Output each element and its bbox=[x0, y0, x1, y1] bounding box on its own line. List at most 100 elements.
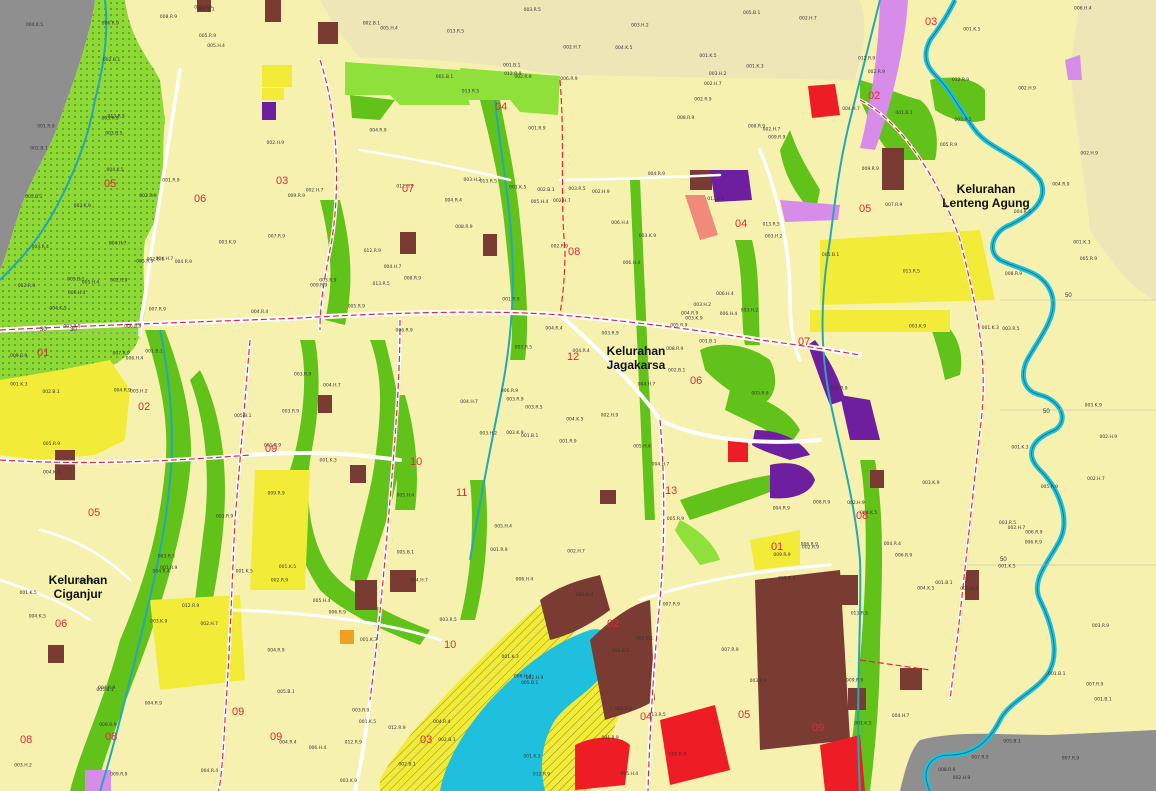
rw-label: 04 bbox=[495, 101, 507, 113]
block-code: 005.R.9 bbox=[1080, 256, 1097, 262]
block-code: 003.R.5 bbox=[954, 117, 971, 123]
block-code: 002.R.9 bbox=[868, 69, 885, 75]
rw-label: 02 bbox=[607, 618, 619, 630]
rw-label: 06 bbox=[690, 375, 702, 387]
block-code: 006.R.9 bbox=[1025, 529, 1042, 535]
block-code: 005.R.9 bbox=[348, 303, 365, 309]
block-code: 001.B.1 bbox=[1094, 696, 1112, 702]
grid-number: 50 bbox=[1065, 293, 1072, 299]
grid-number: 50 bbox=[1000, 557, 1007, 563]
block-code: 002.H.9 bbox=[601, 413, 619, 419]
block-code: 004.K.5 bbox=[615, 45, 632, 51]
block-code: 012.R.9 bbox=[858, 56, 875, 62]
block-code: 005.R.9 bbox=[670, 322, 687, 328]
block-code: 006.H.4 bbox=[611, 220, 629, 226]
block-code: 012.R.9 bbox=[504, 71, 521, 77]
public-6 bbox=[262, 102, 276, 120]
rw-label: 05 bbox=[88, 507, 100, 519]
rw-label: 09 bbox=[812, 722, 824, 734]
block-code: 003.K.9 bbox=[1085, 403, 1102, 409]
block-code: 003.H.2 bbox=[14, 762, 32, 768]
block-code: 012.R.9 bbox=[364, 248, 381, 254]
block-code: 001.K.5 bbox=[20, 590, 37, 596]
block-code: 004.H.7 bbox=[156, 256, 174, 262]
block-code: 005.B.1 bbox=[234, 413, 252, 419]
block-code: 004.R.4 bbox=[884, 541, 901, 547]
block-code: 004.R.9 bbox=[114, 387, 131, 393]
commercial-6 bbox=[882, 148, 904, 190]
block-code: 004.R.9 bbox=[175, 259, 192, 265]
rw-label: 07 bbox=[402, 183, 414, 195]
block-code: 013.R.5 bbox=[480, 178, 497, 184]
block-code: 008.R.9 bbox=[160, 14, 177, 20]
block-code: 005.B.1 bbox=[743, 10, 761, 16]
commercial-7 bbox=[690, 170, 712, 190]
commercial-15 bbox=[848, 688, 866, 710]
block-code: 003.H.2 bbox=[480, 431, 498, 437]
block-code: 005.H.4 bbox=[380, 25, 398, 31]
block-code: 004.H.7 bbox=[638, 382, 656, 388]
block-code: 004.K.5 bbox=[29, 613, 46, 619]
land-use-map[interactable]: 001.R.9 002.R.9 003.R.9 004.R.9 005.R.9 006.R… bbox=[0, 0, 1156, 791]
block-code: 005.R.9 bbox=[136, 258, 153, 264]
commercial-3 bbox=[318, 22, 338, 44]
block-code: 005.H.4 bbox=[397, 493, 415, 499]
block-code: 006.R.9 bbox=[1025, 539, 1042, 545]
block-code: 005.H.4 bbox=[531, 199, 549, 205]
block-code: 003.H.2 bbox=[741, 307, 759, 313]
rw-label: 06 bbox=[194, 193, 206, 205]
block-code: 004.H.7 bbox=[410, 578, 428, 584]
block-code: 001.K.3 bbox=[1073, 239, 1090, 245]
rw-label: 10 bbox=[410, 456, 422, 468]
rw-label: 11 bbox=[456, 487, 467, 499]
block-code: 002.R.9 bbox=[271, 577, 288, 583]
block-code: 006.R.9 bbox=[329, 610, 346, 616]
block-code: 005.H.4 bbox=[313, 598, 331, 604]
block-code: 005.R.9 bbox=[940, 142, 957, 148]
block-code: 008.R.9 bbox=[404, 275, 421, 281]
red-block-2 bbox=[728, 440, 748, 462]
rw-label: 09 bbox=[232, 706, 244, 718]
block-code: 002.R.9 bbox=[139, 193, 156, 199]
block-code: 007.R.9 bbox=[1062, 756, 1079, 762]
block-code: 009.R.9 bbox=[768, 135, 785, 141]
block-code: 006.H.4 bbox=[1074, 5, 1092, 11]
block-code: 004.R.9 bbox=[681, 310, 698, 316]
block-code: 004.H.7 bbox=[652, 462, 670, 468]
red-block-1 bbox=[808, 84, 840, 118]
block-code: 001.B.1 bbox=[145, 348, 163, 354]
block-code: 008.R.9 bbox=[677, 115, 694, 121]
rw-label: 08 bbox=[20, 734, 32, 746]
block-code: 004.R.4 bbox=[433, 719, 450, 725]
block-code: 007.R.9 bbox=[721, 647, 738, 653]
block-code: 002.B.1 bbox=[363, 21, 381, 27]
block-code: 007.R.9 bbox=[663, 602, 680, 608]
block-code: 002.R.9 bbox=[551, 243, 568, 249]
block-code: 005.B.1 bbox=[277, 689, 295, 695]
block-code: 013.R.5 bbox=[707, 196, 724, 202]
block-code: 006.R.9 bbox=[396, 327, 413, 333]
kelurahan-label-jagakarsa: Kelurahan Jagakarsa bbox=[607, 344, 666, 372]
block-code: 001.B.1 bbox=[1048, 671, 1066, 677]
block-code: 003.R.5 bbox=[525, 404, 542, 410]
block-code: 004.R.4 bbox=[201, 768, 218, 774]
rw-label: 08 bbox=[856, 510, 868, 522]
block-code: 009.R.9 bbox=[846, 677, 863, 683]
block-code: 002.B.1 bbox=[42, 389, 60, 395]
block-code: 007.R.9 bbox=[149, 306, 166, 312]
block-code: 002.H.7 bbox=[567, 549, 585, 555]
office-3 bbox=[85, 770, 111, 791]
block-code: 005.H.4 bbox=[633, 444, 651, 450]
block-code: 001.K.5 bbox=[854, 721, 871, 727]
block-code: 003.K.9 bbox=[150, 619, 167, 625]
block-code: 007.R.9 bbox=[885, 202, 902, 208]
block-code: 003.H.2 bbox=[631, 23, 649, 29]
block-code: 004.H.7 bbox=[892, 713, 910, 719]
block-code: 001.K.5 bbox=[236, 568, 253, 574]
block-code: 008.R.9 bbox=[666, 346, 683, 352]
block-code: 003.H.2 bbox=[464, 177, 482, 183]
block-code: 009.R.9 bbox=[773, 552, 790, 558]
block-code: 003.R.5 bbox=[440, 617, 457, 623]
block-code: 003.R.9 bbox=[294, 372, 311, 378]
commercial-13 bbox=[965, 570, 979, 600]
